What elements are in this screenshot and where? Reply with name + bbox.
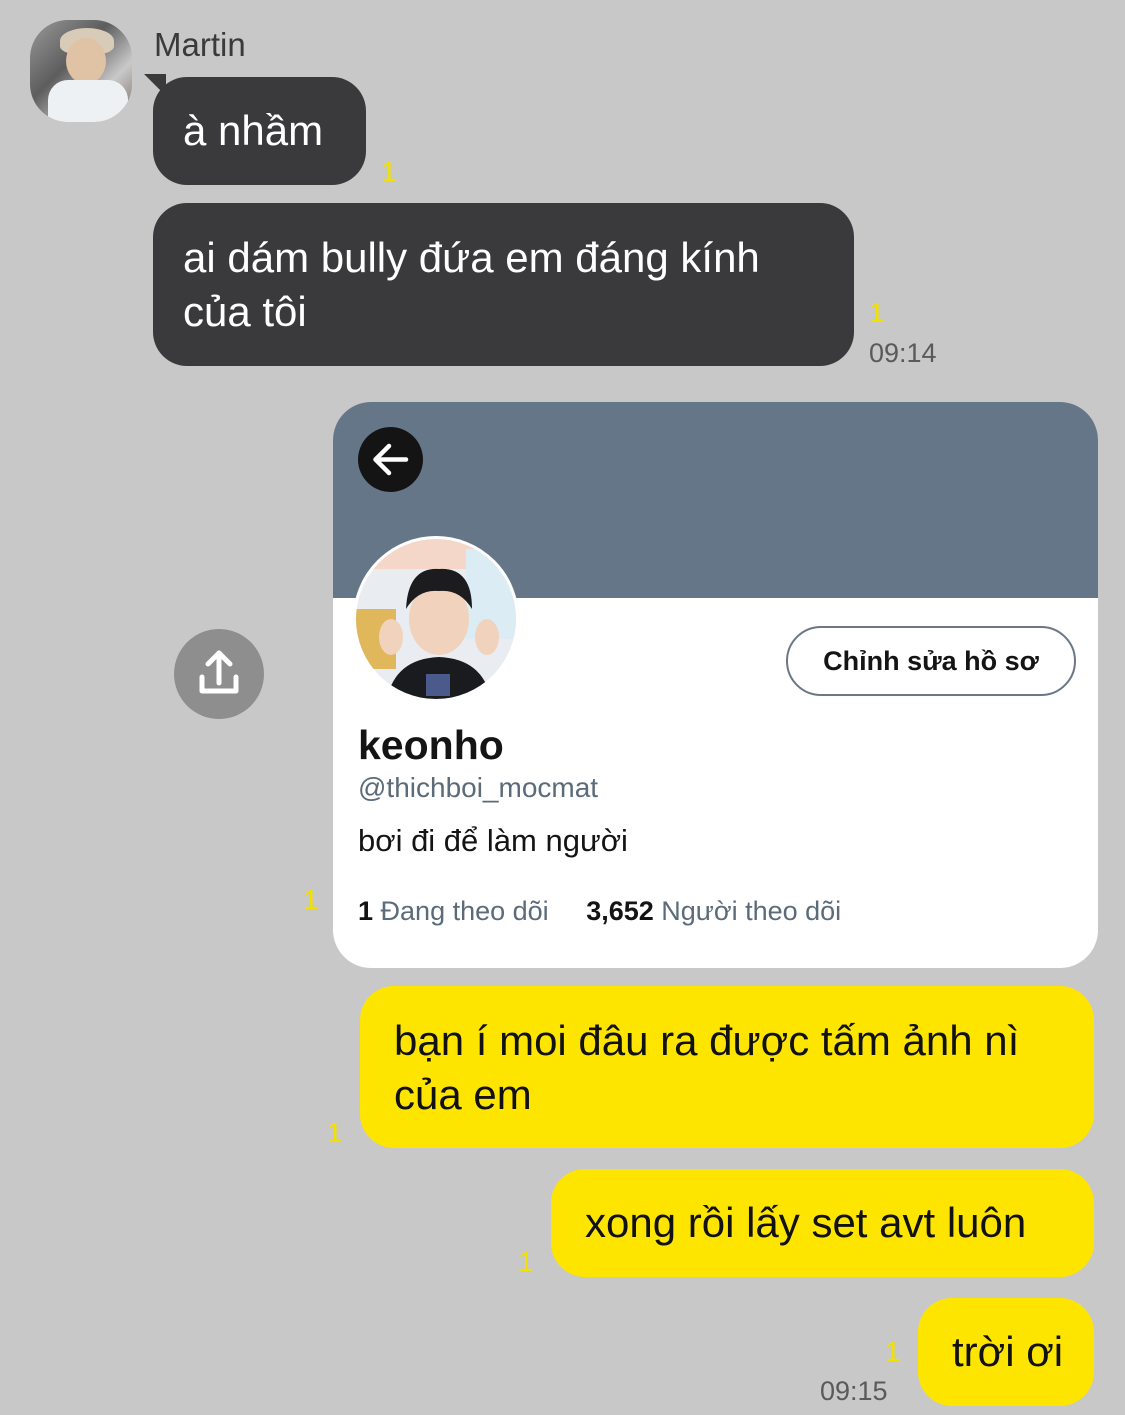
sender-name: Martin (154, 26, 246, 63)
unread-count: 1 (885, 1336, 901, 1367)
message-text-line: của em (394, 1071, 532, 1118)
unread-count: 1 (869, 297, 885, 328)
profile-handle: @thichboi_mocmat (358, 772, 599, 803)
unread-count: 1 (381, 156, 397, 187)
profile-bio: bơi đi để làm người (358, 823, 628, 858)
followers-label: Người theo dõi (661, 896, 842, 926)
unread-count: 1 (518, 1246, 534, 1277)
message-bubble[interactable]: ai dám bully đứa em đáng kính của tôi (153, 203, 854, 366)
profile-name: keonho (358, 722, 504, 768)
arrow-left-icon (373, 443, 409, 476)
profile-stats: 1 Đang theo dõi 3,652 Người theo dõi (358, 896, 841, 927)
message-text-line: ai dám bully đứa em đáng kính (183, 234, 760, 281)
profile-avatar (353, 536, 519, 702)
share-icon (199, 650, 239, 694)
following-count: 1 (358, 896, 374, 926)
message-time: 09:15 (820, 1376, 888, 1406)
back-button[interactable] (358, 427, 423, 492)
followers-count: 3,652 (586, 896, 654, 926)
message-bubble[interactable]: trời ơi (918, 1298, 1094, 1406)
message-text: à nhầm (183, 107, 324, 154)
share-button[interactable] (174, 629, 264, 719)
message-bubble[interactable]: à nhầm (153, 77, 366, 185)
message-text-line: bạn í moi đâu ra được tấm ảnh nì (394, 1017, 1020, 1064)
message-text-line: của tôi (183, 288, 307, 335)
following-label: Đang theo dõi (380, 896, 549, 926)
message-text: trời ơi (952, 1328, 1064, 1375)
message-time: 09:14 (869, 338, 937, 368)
unread-count: 1 (303, 884, 319, 915)
unread-count: 1 (327, 1117, 343, 1148)
profile-card-image[interactable]: Chỉnh sửa hồ sơ keonho @thichboi_mocmat … (333, 402, 1098, 968)
message-bubble[interactable]: bạn í moi đâu ra được tấm ảnh nì của em (360, 986, 1094, 1148)
edit-profile-button[interactable]: Chỉnh sửa hồ sơ (786, 626, 1076, 696)
message-bubble[interactable]: xong rồi lấy set avt luôn (551, 1169, 1094, 1277)
message-text: xong rồi lấy set avt luôn (585, 1199, 1027, 1246)
sender-avatar[interactable] (30, 20, 132, 122)
